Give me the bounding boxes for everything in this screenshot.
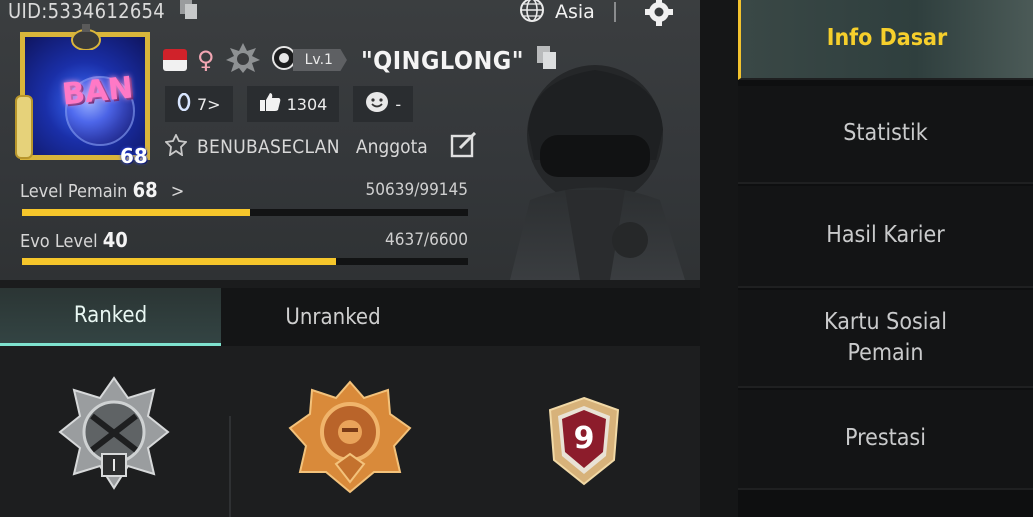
likes-stat[interactable]: 1304 <box>246 86 340 122</box>
evo-level-label: Evo Level 40 <box>20 228 128 252</box>
evo-level-value: 40 <box>102 228 128 252</box>
player-level-label: Level Pemain 68 > <box>20 178 185 202</box>
menu-item-hasil-karier[interactable]: Hasil Karier <box>738 186 1033 288</box>
likes-value: 1304 <box>286 94 328 114</box>
mood-stat[interactable]: - <box>353 86 414 122</box>
header-divider <box>614 2 616 22</box>
menu-item-prestasi[interactable]: Prestasi <box>738 390 1033 490</box>
menu-item-label: Prestasi <box>845 425 926 452</box>
evo-level-bar <box>22 258 468 265</box>
identity-row: ♀ Lv.1 "QINGLONG" <box>163 42 560 78</box>
level-chip[interactable]: Lv.1 <box>271 46 347 73</box>
avatar-level: 68 <box>120 144 148 168</box>
popularity-icon <box>177 92 191 115</box>
gold-tier-emblem-icon[interactable] <box>288 380 412 494</box>
region-selector[interactable]: Asia <box>517 0 595 24</box>
player-level-label-text: Level Pemain <box>20 181 128 202</box>
clan-emblem-icon <box>164 132 188 160</box>
avatar-text: BAN <box>60 70 135 113</box>
soldier-background-art <box>510 65 685 280</box>
copy-icon[interactable] <box>534 44 560 76</box>
menu-item-statistik[interactable]: Statistik <box>738 86 1033 184</box>
player-level-value: 68 <box>132 178 158 202</box>
evo-level-bar-fill <box>22 258 336 265</box>
mood-value: - <box>395 94 402 114</box>
clan-role: Anggota <box>355 136 428 158</box>
menu-item-label: Info Dasar <box>826 25 948 52</box>
tier-number-badge-icon[interactable]: 9 <box>548 396 620 486</box>
panel-gutter <box>700 0 738 517</box>
globe-icon <box>517 0 547 26</box>
menu-item-label: Statistik <box>843 120 928 147</box>
player-level-block[interactable]: Level Pemain 68 > 50639/99145 <box>20 178 470 216</box>
tier-number: 9 <box>574 421 595 456</box>
player-level-bar <box>22 209 468 216</box>
player-uid: UID:5334612654 <box>8 0 166 23</box>
menu-item-info-dasar[interactable]: Info Dasar <box>738 0 1033 80</box>
player-avatar[interactable]: BAN 68 <box>12 24 158 168</box>
tab-unranked[interactable]: Unranked <box>221 288 445 346</box>
silver-tier-emblem-icon[interactable] <box>58 376 170 494</box>
player-level-arrow: > <box>170 181 185 202</box>
thumbs-up-icon <box>259 92 281 116</box>
stats-row: 7> 1304 - <box>165 86 414 122</box>
popularity-stat[interactable]: 7> <box>165 86 233 122</box>
evo-level-xp: 4637/6600 <box>385 230 468 250</box>
player-nickname: "QINGLONG" <box>360 45 524 75</box>
edit-icon[interactable] <box>450 131 478 162</box>
mode-tabs: Ranked Unranked <box>0 288 700 346</box>
profile-header: UID:5334612654 Asia BAN 68 ♀ Lv.1 "QINGL… <box>0 0 700 280</box>
profile-menu: Info Dasar Statistik Hasil Karier Kartu … <box>738 0 1033 517</box>
clan-name[interactable]: BENUBASECLAN <box>197 136 340 158</box>
popularity-value: 7> <box>197 94 221 114</box>
gear-icon <box>643 0 675 30</box>
menu-item-label: Hasil Karier <box>826 222 945 249</box>
player-level-xp: 50639/99145 <box>365 180 468 200</box>
clan-row: BENUBASECLAN Anggota <box>164 131 478 162</box>
player-level-bar-fill <box>22 209 250 216</box>
frame-scroll-icon <box>15 95 33 159</box>
settings-button[interactable] <box>641 0 677 28</box>
female-icon: ♀ <box>197 46 215 74</box>
copy-icon[interactable] <box>177 0 199 24</box>
menu-item-label: Kartu Sosial Pemain <box>824 308 947 366</box>
badge-divider <box>229 416 231 517</box>
menu-item-kartu-sosial[interactable]: Kartu Sosial Pemain <box>738 290 1033 388</box>
level-tag: Lv.1 <box>292 49 347 71</box>
region-label: Asia <box>555 1 595 23</box>
tab-ranked[interactable]: Ranked <box>0 288 221 346</box>
evo-level-label-text: Evo Level <box>20 231 98 252</box>
rank-emblem-icon <box>225 42 261 78</box>
rank-content: 9 <box>0 346 700 517</box>
frame-crest-icon <box>71 24 101 50</box>
uid-row: UID:5334612654 <box>8 0 199 24</box>
smile-icon <box>365 91 389 117</box>
indonesia-flag-icon <box>163 49 187 71</box>
evo-level-block: Evo Level 40 4637/6600 <box>20 228 470 265</box>
